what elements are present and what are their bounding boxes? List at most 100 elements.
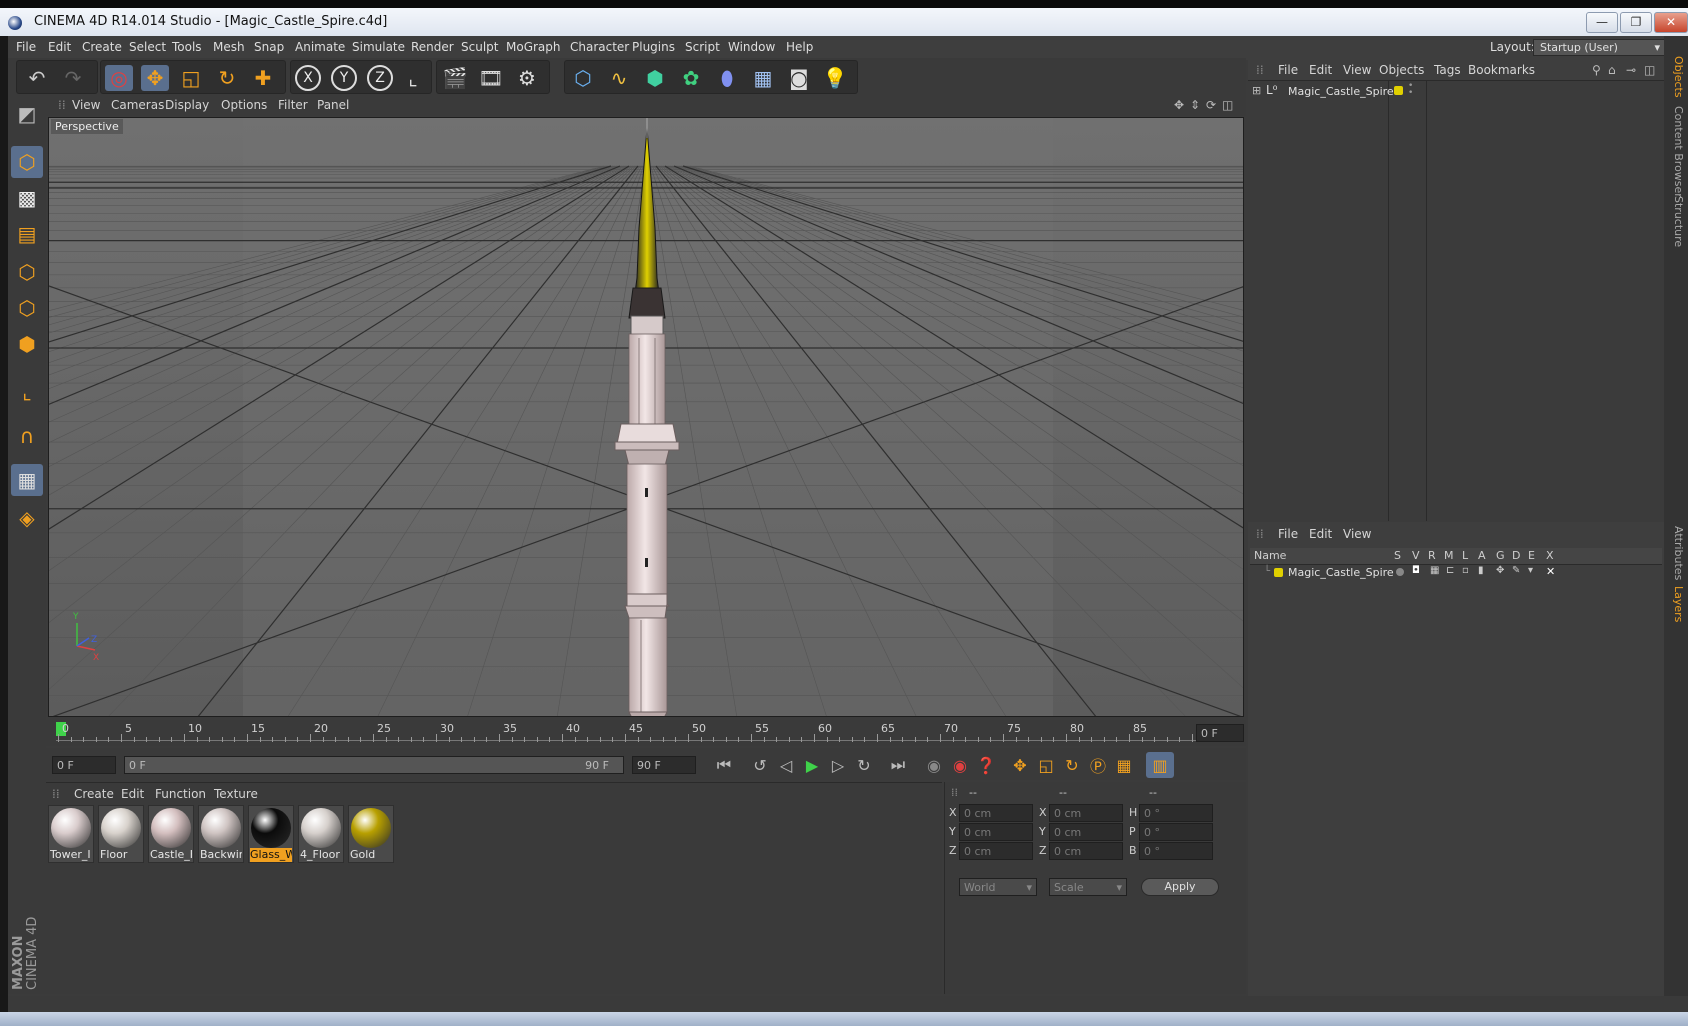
start-frame-field[interactable]: 0 F (52, 756, 116, 774)
vp-menu-panel[interactable]: Panel (317, 98, 349, 112)
menu-edit[interactable]: Edit (48, 40, 71, 54)
add-icon[interactable]: ✚ (249, 65, 277, 91)
keyframe-selection-icon[interactable]: ❓ (972, 752, 1000, 778)
solo-toggle-icon[interactable] (1396, 568, 1404, 576)
make-editable-icon[interactable]: ◩ (11, 98, 43, 130)
x-axis-icon[interactable]: X (295, 65, 321, 91)
tab-attributes[interactable]: Attributes (1667, 526, 1685, 580)
viewport-move-icon[interactable]: ✥ (1174, 98, 1184, 112)
coord-value-field[interactable]: 0 ° (1139, 804, 1213, 822)
go-to-start-icon[interactable]: ⏮ (710, 752, 738, 778)
perspective-viewport[interactable]: Y X Z Perspective (48, 117, 1244, 717)
object-name[interactable]: Magic_Castle_Spire (1288, 85, 1394, 98)
menu-mesh[interactable]: Mesh (213, 40, 245, 54)
array-icon[interactable]: ✿ (677, 65, 705, 91)
previous-key-icon[interactable]: ↺ (746, 752, 774, 778)
obj-menu-view[interactable]: View (1343, 63, 1371, 77)
obj-menu-edit[interactable]: Edit (1309, 63, 1332, 77)
obj-menu-file[interactable]: File (1278, 63, 1298, 77)
planar-workplane-icon[interactable]: ◈ (11, 502, 43, 534)
floor-icon[interactable]: ▦ (749, 65, 777, 91)
mat-menu-create[interactable]: Create (74, 787, 114, 801)
viewport-maximize-icon[interactable]: ◫ (1222, 98, 1233, 112)
material-swatch[interactable]: Floor (98, 805, 144, 863)
key-parameter-icon[interactable]: Ⓟ (1084, 752, 1112, 778)
tab-objects[interactable]: Objects (1667, 56, 1685, 98)
timeline-ruler[interactable]: 051015202530354045505560657075808590 0 F (46, 720, 1246, 746)
menu-help[interactable]: Help (786, 40, 813, 54)
visible-render-icon[interactable]: ▦ (1430, 565, 1439, 576)
visibility-dots-icon[interactable]: • • (1408, 82, 1413, 98)
scale-mode-dropdown[interactable]: Scale ▾ (1049, 878, 1127, 896)
vp-menu-options[interactable]: Options (221, 98, 267, 112)
vp-menu-display[interactable]: Display (165, 98, 209, 112)
layer-column-header[interactable]: E (1528, 549, 1535, 562)
axis-mode-icon[interactable]: ⌞ (11, 376, 43, 408)
layer-column-header[interactable]: R (1428, 549, 1436, 562)
layer-row[interactable]: └ Magic_Castle_Spire ◘ ▦ ⊏ ▫ ▮ ✥ ✎ ▾ ✕ (1250, 565, 1662, 581)
menu-plugins[interactable]: Plugins (632, 40, 675, 54)
tab-layers[interactable]: Layers (1667, 586, 1685, 622)
expand-icon[interactable]: ⊞ (1252, 84, 1261, 97)
layer-column-header[interactable]: L (1462, 549, 1468, 562)
layer-menu-view[interactable]: View (1343, 527, 1371, 541)
tree-row[interactable]: ⊞ L⁰ Magic_Castle_Spire • • (1252, 82, 1662, 101)
play-icon[interactable]: ▶ (798, 752, 826, 778)
material-swatch[interactable]: Glass_W (248, 805, 294, 863)
end-frame-field[interactable]: 90 F (632, 756, 696, 774)
magnet-icon[interactable]: ∩ (11, 420, 43, 452)
material-swatch[interactable]: Castle_H (148, 805, 194, 863)
home-icon[interactable]: ⌂ (1608, 63, 1616, 77)
material-swatch[interactable]: Tower_I (48, 805, 94, 863)
close-button[interactable]: ✕ (1654, 12, 1688, 33)
locked-workplane-icon[interactable]: ▦ (11, 464, 43, 496)
layout-dropdown[interactable]: Startup (User) ▾ (1533, 39, 1665, 56)
material-swatch[interactable]: Gold (348, 805, 394, 863)
workplane-icon[interactable]: ▤ (11, 218, 43, 250)
coord-value-field[interactable]: 0 cm (959, 823, 1033, 841)
expressions-icon[interactable]: ▾ (1528, 565, 1533, 576)
tab-structure[interactable]: Structure (1667, 196, 1685, 247)
coordinate-system-dropdown[interactable]: World ▾ (959, 878, 1037, 896)
camera-icon[interactable]: ◙ (785, 65, 813, 91)
menu-sculpt[interactable]: Sculpt (461, 40, 498, 54)
menu-snap[interactable]: Snap (254, 40, 284, 54)
previous-frame-icon[interactable]: ◁ (772, 752, 800, 778)
new-window-icon[interactable]: ◫ (1644, 63, 1655, 77)
coord-value-field[interactable]: 0 cm (1049, 804, 1123, 822)
key-scale-icon[interactable]: ◱ (1032, 752, 1060, 778)
layer-column-header[interactable]: S (1394, 549, 1401, 562)
visible-editor-icon[interactable]: ◘ (1412, 565, 1420, 576)
animation-icon[interactable]: ▮ (1478, 565, 1484, 576)
menu-tools[interactable]: Tools (172, 40, 202, 54)
search-icon[interactable]: ⚲ (1592, 63, 1601, 77)
preview-range-slider[interactable]: 0 F 90 F (124, 756, 624, 774)
vp-menu-cameras[interactable]: Cameras (111, 98, 164, 112)
vp-menu-view[interactable]: View (72, 98, 100, 112)
locked-icon[interactable]: ▫ (1462, 565, 1469, 576)
key-pla-icon[interactable]: ▦ (1110, 752, 1138, 778)
key-position-icon[interactable]: ✥ (1006, 752, 1034, 778)
next-frame-icon[interactable]: ▷ (824, 752, 852, 778)
autokey-icon[interactable]: ◉ (946, 752, 974, 778)
mat-menu-function[interactable]: Function (155, 787, 206, 801)
menu-character[interactable]: Character (570, 40, 629, 54)
material-swatch[interactable]: 4_Floor (298, 805, 344, 863)
layer-menu-file[interactable]: File (1278, 527, 1298, 541)
polygons-mode-icon[interactable]: ⬢ (11, 328, 43, 360)
texture-mode-icon[interactable]: ▩ (11, 182, 43, 214)
layer-column-header[interactable]: D (1512, 549, 1520, 562)
points-mode-icon[interactable]: ⬡ (11, 256, 43, 288)
y-axis-icon[interactable]: Y (331, 65, 357, 91)
menu-mograph[interactable]: MoGraph (506, 40, 561, 54)
model-mode-icon[interactable]: ⬡ (11, 146, 43, 178)
generators-icon[interactable]: ✥ (1496, 565, 1504, 576)
render-picture-viewer-icon[interactable]: 🎞 (477, 65, 505, 91)
layer-menu-edit[interactable]: Edit (1309, 527, 1332, 541)
key-rotation-icon[interactable]: ↻ (1058, 752, 1086, 778)
live-selection-icon[interactable]: ◎ (105, 65, 133, 91)
z-axis-icon[interactable]: Z (367, 65, 393, 91)
render-view-icon[interactable]: 🎬 (441, 65, 469, 91)
layer-column-header[interactable]: M (1444, 549, 1454, 562)
spline-icon[interactable]: ∿ (605, 65, 633, 91)
